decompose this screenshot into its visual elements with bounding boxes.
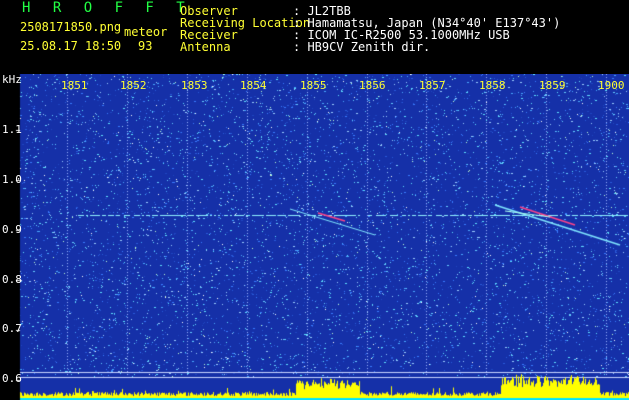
spectrogram-canvas [0, 74, 629, 400]
y-tick-label: 1.1 [2, 123, 22, 136]
y-tick-label: 1.0 [2, 173, 22, 186]
x-tick-label: 1854 [240, 79, 267, 92]
x-tick-label: 1855 [300, 79, 327, 92]
x-tick-label: 1858 [479, 79, 506, 92]
x-tick-label: 1853 [181, 79, 208, 92]
mode-label: meteor [124, 25, 168, 39]
hrofft-logo: H R O F F T [22, 0, 192, 16]
x-tick-label: 1900 [598, 79, 625, 92]
y-tick-label: 0.7 [2, 322, 22, 335]
filename-label: 2508171850.png [20, 20, 122, 34]
x-tick-label: 1852 [120, 79, 147, 92]
datetime-label: 25.08.17 18:50 [20, 39, 122, 53]
y-tick-label: 0.6 [2, 372, 22, 385]
y-axis-label: kHz [2, 73, 22, 86]
y-tick-label: 0.9 [2, 223, 22, 236]
x-tick-label: 1859 [539, 79, 566, 92]
antenna-value: : HB9CV Zenith dir. [293, 40, 431, 54]
y-tick-label: 0.8 [2, 273, 22, 286]
antenna-key: Antenna [180, 40, 231, 54]
header-panel: H R O F F T 2508171850.png meteor 25.08.… [0, 0, 629, 74]
x-tick-label: 1851 [61, 79, 88, 92]
count-label: 93 [138, 39, 153, 53]
x-tick-label: 1856 [359, 79, 386, 92]
x-tick-label: 1857 [419, 79, 446, 92]
